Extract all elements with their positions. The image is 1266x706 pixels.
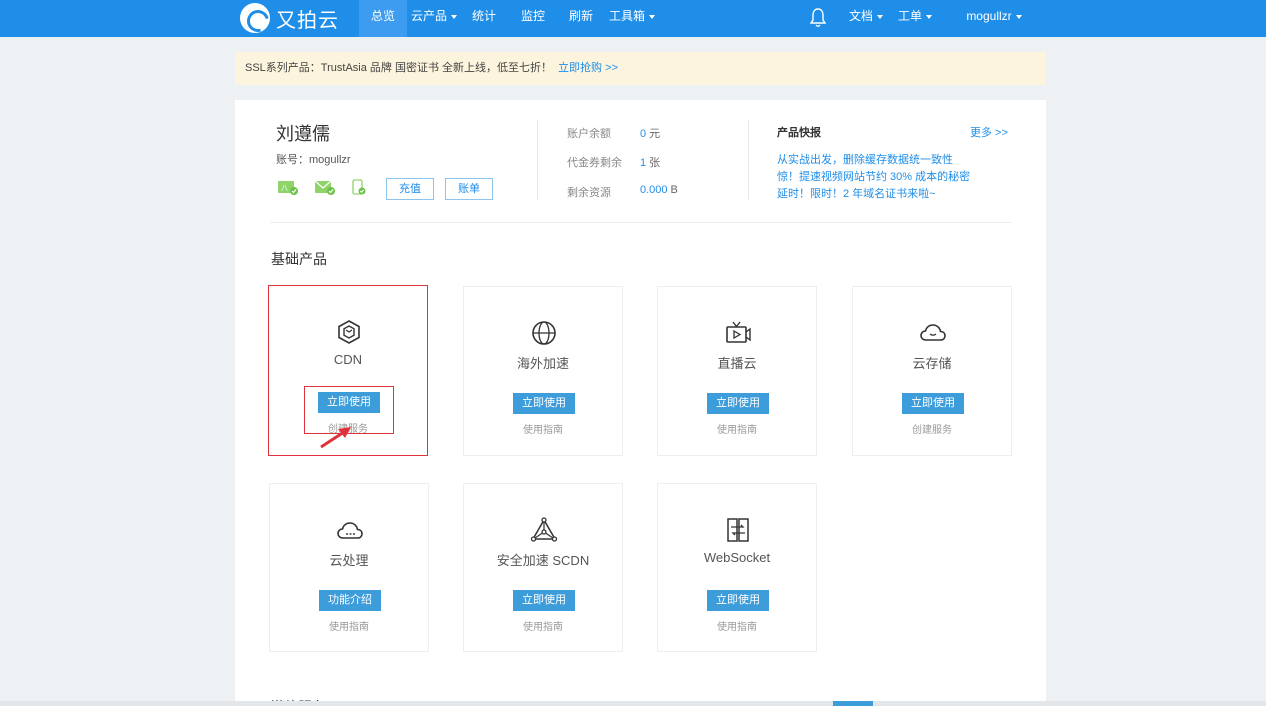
- nav-label: 文档: [848, 9, 873, 23]
- nav-label: 工具箱: [609, 9, 646, 23]
- resource-label: 剩余资源: [567, 187, 611, 199]
- cloud-process-icon: [337, 522, 363, 539]
- product-name: 云处理: [329, 553, 369, 568]
- use-now-button[interactable]: 立即使用: [707, 590, 769, 611]
- user-name: 刘遵儒: [276, 124, 330, 144]
- scrollbar-thumb[interactable]: [833, 701, 873, 706]
- email-verified-icon[interactable]: [314, 179, 336, 195]
- product-name: 云存储: [912, 356, 952, 371]
- use-now-button[interactable]: 立即使用: [707, 393, 769, 414]
- product-card-live: 直播云 立即使用 使用指南: [657, 286, 817, 456]
- news-title: 产品快报: [777, 127, 821, 139]
- product-card-overseas: 海外加速 立即使用 使用指南: [463, 286, 623, 456]
- product-name: 海外加速: [516, 356, 569, 371]
- caret-down-icon: [1015, 14, 1022, 19]
- product-card-websocket: WebSocket 立即使用 使用指南: [657, 483, 817, 652]
- svg-text:八: 八: [281, 184, 288, 192]
- voucher-label: 代金券剩余: [567, 157, 622, 169]
- nav-user-menu[interactable]: mogullzr: [964, 0, 1024, 37]
- feature-intro-button[interactable]: 功能介绍: [319, 590, 381, 611]
- nav-toolbox[interactable]: 工具箱: [609, 0, 656, 37]
- nav-docs[interactable]: 文档: [846, 0, 886, 37]
- use-now-button[interactable]: 立即使用: [513, 590, 575, 611]
- top-navbar: 又拍云 总览 云产品 统计 监控 刷新 工具箱 文档 工单 mogullzr: [0, 0, 1266, 37]
- news-item[interactable]: 从实战出发，删除缓存数据统一致性: [777, 151, 953, 167]
- caret-down-icon: [926, 14, 932, 19]
- product-name: CDN: [333, 352, 363, 367]
- nav-tickets[interactable]: 工单: [896, 0, 934, 37]
- section-title: 基础产品: [271, 251, 327, 267]
- recharge-button[interactable]: 充值: [386, 178, 434, 200]
- divider: [537, 120, 538, 200]
- tv-icon: [726, 321, 751, 343]
- nav-label: 统计: [471, 9, 496, 23]
- guide-link[interactable]: 使用指南: [464, 618, 622, 633]
- phone-verified-icon[interactable]: [351, 179, 367, 195]
- nav-label: 工单: [897, 9, 922, 23]
- resource-amount: 0.000: [640, 184, 668, 196]
- caret-down-icon: [451, 14, 457, 19]
- notice-link[interactable]: 立即抢购 >>: [558, 62, 618, 74]
- nav-label: 云产品: [410, 9, 447, 23]
- brand-name: 又拍云: [276, 9, 339, 32]
- create-service-link[interactable]: 创建服务: [853, 421, 1011, 436]
- product-name: WebSocket: [703, 550, 771, 565]
- bell-icon[interactable]: [810, 7, 826, 29]
- nav-cloud-products[interactable]: 云产品: [407, 0, 461, 37]
- bill-button[interactable]: 账单: [445, 178, 493, 200]
- guide-link[interactable]: 使用指南: [658, 618, 816, 633]
- balance-unit: 元: [649, 128, 661, 140]
- brand-logo[interactable]: 又拍云: [240, 2, 339, 34]
- globe-icon: [532, 321, 556, 345]
- news-item[interactable]: 惊！提速视频网站节约 30% 成本的秘密: [777, 168, 970, 184]
- id-verified-icon[interactable]: 八: [277, 179, 299, 195]
- cloud-icon: [920, 324, 946, 341]
- caret-down-icon: [649, 14, 656, 19]
- nav-stats[interactable]: 统计: [465, 0, 503, 37]
- annotation-arrow-icon: [320, 427, 351, 449]
- cdn-icon: [338, 320, 360, 344]
- product-card-processing: 云处理 功能介绍 使用指南: [269, 483, 429, 652]
- nav-overview[interactable]: 总览: [359, 0, 407, 37]
- notice-text: SSL系列产品：TrustAsia 品牌 国密证书 全新上线，低至七折！: [245, 62, 553, 74]
- guide-link[interactable]: 使用指南: [270, 618, 428, 633]
- section-divider: [270, 222, 1012, 223]
- user-account: 账号：mogullzr: [276, 154, 351, 166]
- triangle-network-icon: [530, 517, 558, 542]
- horizontal-scrollbar[interactable]: [0, 701, 1266, 706]
- balance-amount: 0: [640, 128, 647, 140]
- use-now-button[interactable]: 立即使用: [513, 393, 575, 414]
- nav-label: 总览: [370, 9, 395, 23]
- news-more-link[interactable]: 更多 >>: [970, 124, 1008, 140]
- voucher-amount: 1: [640, 157, 647, 169]
- nav-label: 刷新: [568, 9, 593, 23]
- caret-down-icon: [877, 14, 883, 19]
- nav-username: mogullzr: [966, 9, 1012, 23]
- voucher-unit: 张: [649, 157, 661, 169]
- product-card-storage: 云存储 立即使用 创建服务: [852, 286, 1012, 456]
- product-card-scdn: 安全加速 SCDN 立即使用 使用指南: [463, 483, 623, 652]
- balance-value: 0元: [640, 125, 660, 141]
- nav-refresh[interactable]: 刷新: [562, 0, 600, 37]
- product-name: 直播云: [717, 356, 757, 371]
- logo-icon: [240, 3, 270, 33]
- nav-monitor[interactable]: 监控: [514, 0, 552, 37]
- voucher-value: 1张: [640, 154, 660, 170]
- resource-unit: B: [670, 184, 678, 196]
- resource-value: 0.000 B: [640, 184, 678, 196]
- news-item[interactable]: 延时！限时！2 年域名证书来啦~: [777, 185, 936, 201]
- guide-link[interactable]: 使用指南: [464, 421, 622, 436]
- use-now-button[interactable]: 立即使用: [902, 393, 964, 414]
- websocket-icon: [727, 518, 749, 542]
- nav-label: 监控: [520, 9, 545, 23]
- promo-notice: SSL系列产品：TrustAsia 品牌 国密证书 全新上线，低至七折！ 立即抢购…: [235, 52, 1046, 85]
- divider: [748, 120, 749, 200]
- balance-label: 账户余额: [567, 128, 611, 140]
- guide-link[interactable]: 使用指南: [658, 421, 816, 436]
- product-name: 安全加速 SCDN: [496, 553, 590, 568]
